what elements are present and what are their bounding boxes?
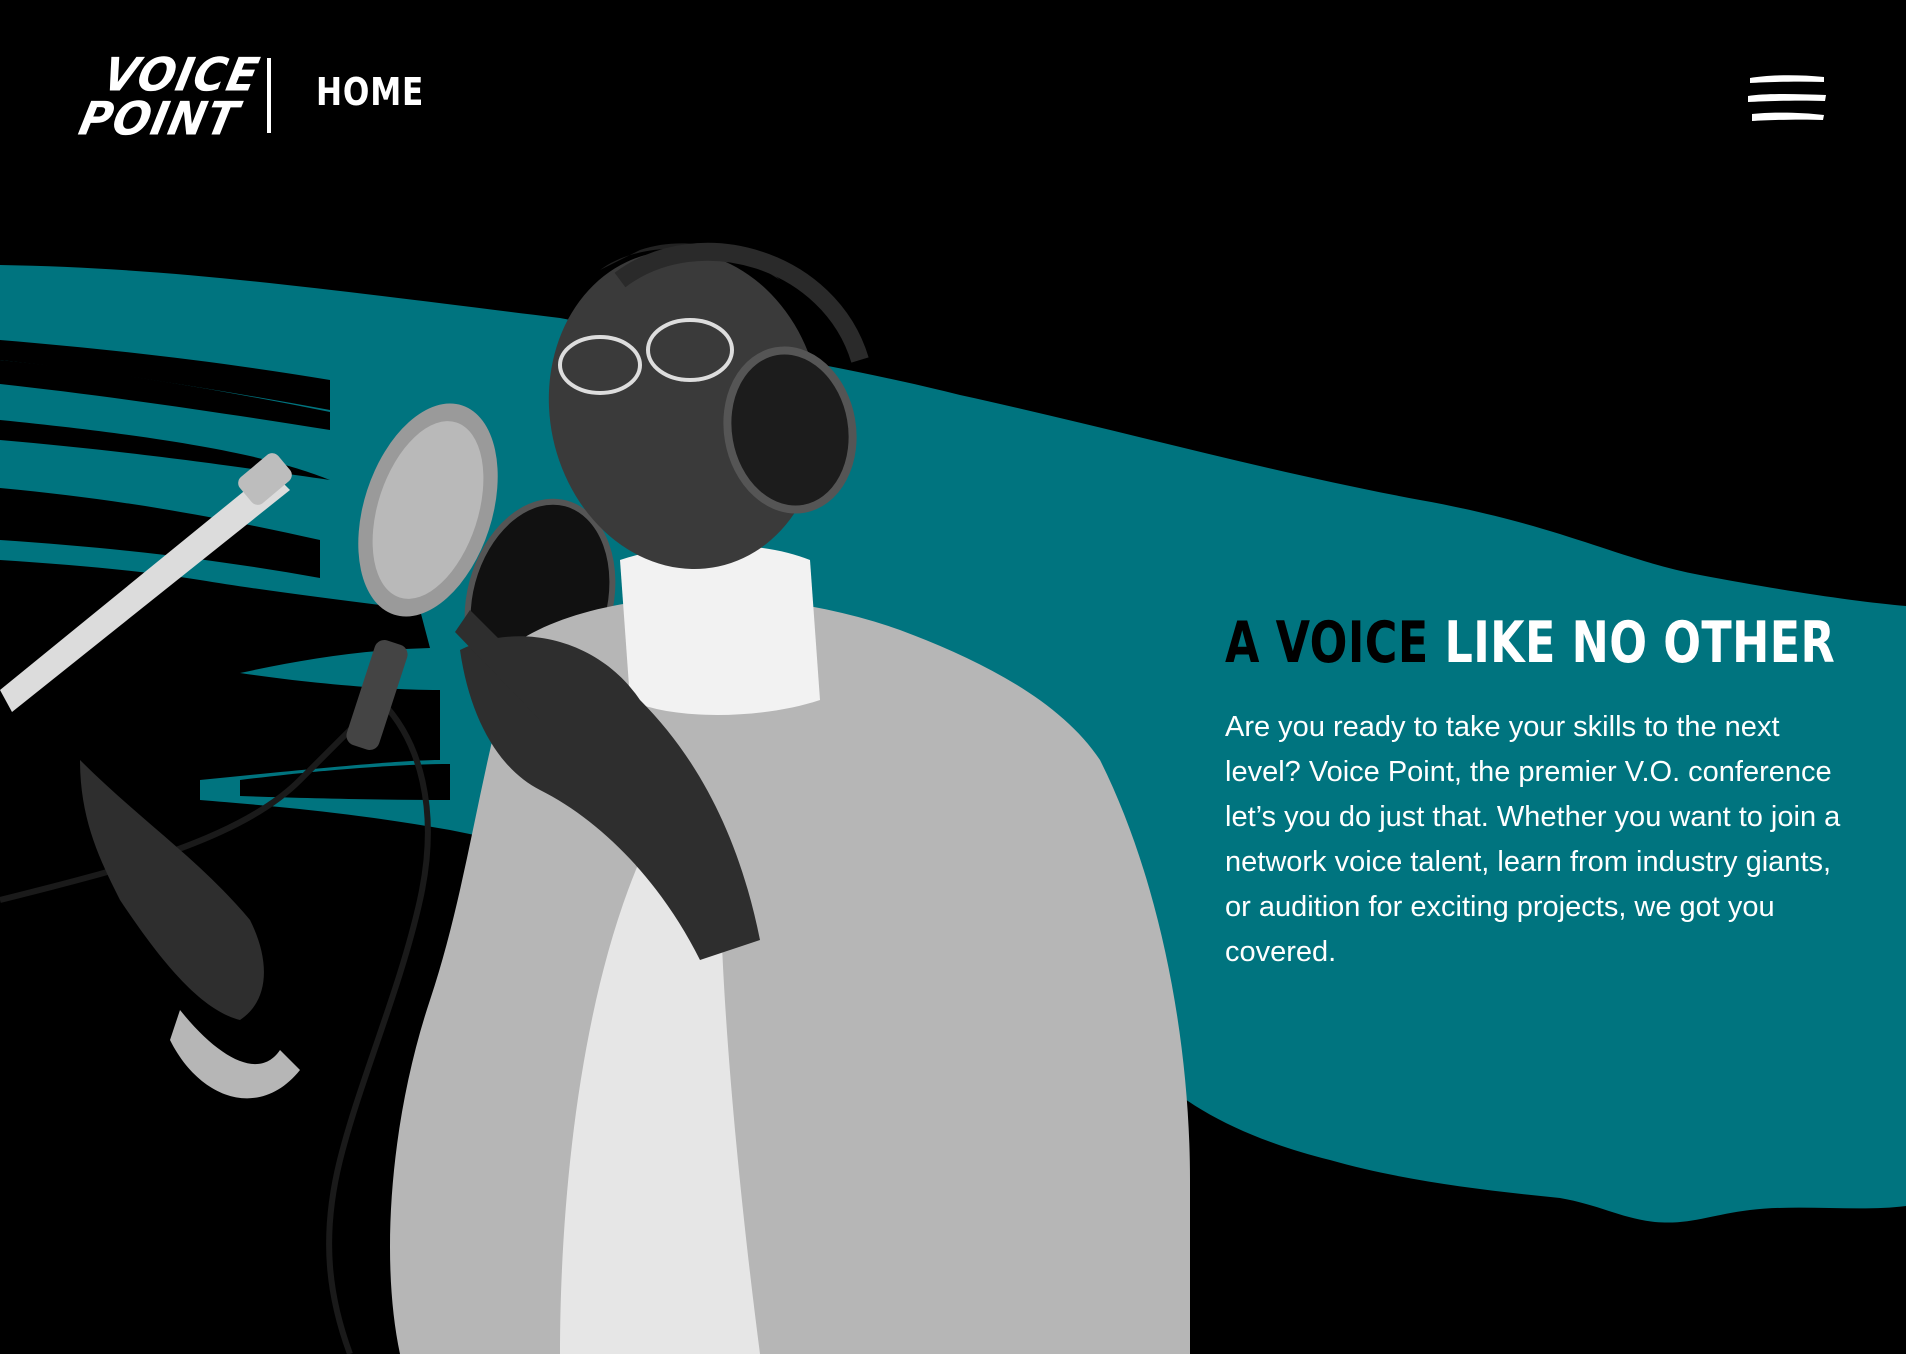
hero-body-text: Are you ready to take your skills to the… — [1225, 710, 1841, 968]
header-divider — [267, 58, 271, 133]
hamburger-menu-icon — [1748, 75, 1826, 121]
turtleneck — [620, 545, 820, 715]
hero-title: A VOICE LIKE NO OTHER — [1225, 610, 1835, 676]
hero-title-part2: LIKE NO OTHER — [1444, 610, 1836, 676]
menu-button[interactable] — [1746, 70, 1828, 130]
hero-title-part1: A VOICE — [1225, 610, 1429, 676]
site-header: VOICE POINT HOME — [0, 0, 1906, 190]
intro-section: A VOICE LIKE NO OTHER Are you ready to t… — [1225, 612, 1865, 975]
nav-home-link[interactable]: HOME — [316, 70, 424, 114]
voice-point-logo[interactable]: VOICE POINT — [74, 49, 264, 150]
page: VOICE POINT HOME A VOICE LIKE NO OTHER A… — [0, 0, 1906, 1354]
mic-cable — [0, 697, 431, 1354]
mic-boom-arm — [0, 470, 290, 712]
left-hand — [80, 760, 264, 1020]
logo-text-line2: POINT — [74, 92, 244, 147]
